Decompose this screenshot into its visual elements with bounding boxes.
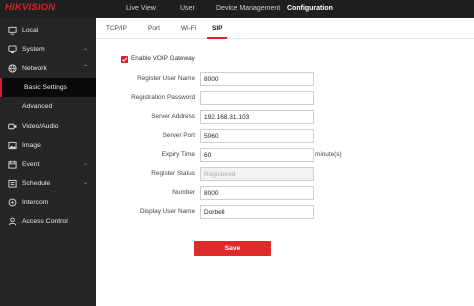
sidebar-item-label: Video/Audio — [22, 123, 59, 130]
server-port-input[interactable] — [200, 129, 314, 143]
chevron-down-icon: ⌄ — [82, 161, 88, 167]
sidebar-item-label: Event — [22, 161, 40, 168]
sidebar-item-intercom[interactable]: Intercom — [0, 193, 96, 212]
sidebar-item-label: Schedule — [22, 180, 51, 187]
display-user-name-input[interactable] — [200, 205, 314, 219]
brand-logo: HIKVISION — [5, 2, 56, 13]
sidebar-item-advanced[interactable]: Advanced — [0, 97, 96, 116]
sidebar-item-network[interactable]: Network ⌃ — [0, 59, 96, 78]
enable-voip-checkbox[interactable] — [121, 56, 128, 63]
checkmark-icon — [121, 57, 128, 62]
nav-device-management[interactable]: Device Management — [216, 0, 280, 18]
sidebar-item-video-audio[interactable]: Video/Audio — [0, 117, 96, 136]
number-input[interactable] — [200, 186, 314, 200]
server-port-label: Server Port — [162, 132, 195, 139]
sidebar-item-label: Basic Settings — [24, 84, 68, 91]
expiry-time-input[interactable] — [200, 148, 314, 162]
chevron-down-icon: ⌄ — [82, 180, 88, 186]
chevron-up-icon: ⌃ — [82, 65, 88, 71]
person-icon — [8, 217, 17, 226]
tab-tcp-ip[interactable]: TCP/IP — [106, 18, 127, 39]
number-label: Number — [172, 189, 195, 196]
tab-wi-fi[interactable]: Wi-Fi — [181, 18, 196, 39]
sidebar-item-local[interactable]: Local — [0, 21, 96, 40]
register-status-field — [200, 167, 314, 181]
sidebar-item-label: System — [22, 46, 45, 53]
sidebar-item-system[interactable]: System ⌄ — [0, 40, 96, 59]
expiry-time-label: Expiry Time — [161, 151, 195, 158]
video-icon — [8, 123, 17, 130]
globe-icon — [8, 64, 17, 73]
nav-user[interactable]: User — [180, 0, 195, 18]
sidebar-item-label: Intercom — [22, 199, 49, 206]
intercom-icon — [8, 198, 17, 207]
expiry-time-unit: minute(s) — [315, 151, 342, 158]
sidebar-item-label: Network — [22, 65, 47, 72]
sidebar-item-schedule[interactable]: Schedule ⌄ — [0, 174, 96, 193]
register-status-label: Register Status — [151, 170, 195, 177]
sidebar: Local System ⌄ Network ⌃ Basic Settings … — [0, 18, 96, 306]
nav-live-view[interactable]: Live View — [126, 0, 156, 18]
sidebar-item-image[interactable]: Image — [0, 136, 96, 155]
monitor-icon — [8, 26, 17, 35]
top-bar: HIKVISION Live View User Device Manageme… — [0, 0, 474, 18]
server-address-label: Server Address — [151, 113, 195, 120]
server-address-input[interactable] — [200, 110, 314, 124]
sidebar-item-label: Access Control — [22, 218, 68, 225]
tab-bar: TCP/IP Port Wi-Fi SIP — [96, 18, 474, 39]
sidebar-item-label: Image — [22, 142, 41, 149]
display-user-name-label: Display User Name — [139, 208, 195, 215]
enable-voip-label: Enable VOIP Gateway — [131, 55, 195, 62]
sidebar-item-basic-settings[interactable]: Basic Settings — [0, 78, 96, 97]
system-icon — [8, 45, 17, 54]
tab-sip[interactable]: SIP — [207, 18, 228, 39]
register-user-name-label: Register User Name — [137, 75, 195, 82]
schedule-icon — [8, 179, 17, 188]
nav-configuration[interactable]: Configuration — [287, 0, 333, 18]
save-button[interactable]: Save — [194, 241, 271, 256]
chevron-down-icon: ⌄ — [82, 46, 88, 52]
sidebar-item-event[interactable]: Event ⌄ — [0, 155, 96, 174]
registration-password-label: Registration Password — [131, 94, 195, 101]
calendar-icon — [8, 160, 17, 169]
sidebar-item-label: Advanced — [22, 103, 53, 110]
tab-port[interactable]: Port — [148, 18, 160, 39]
registration-password-input[interactable] — [200, 91, 314, 105]
register-user-name-input[interactable] — [200, 72, 314, 86]
sidebar-item-label: Local — [22, 27, 39, 34]
sidebar-item-access-control[interactable]: Access Control — [0, 212, 96, 231]
image-icon — [8, 141, 17, 150]
